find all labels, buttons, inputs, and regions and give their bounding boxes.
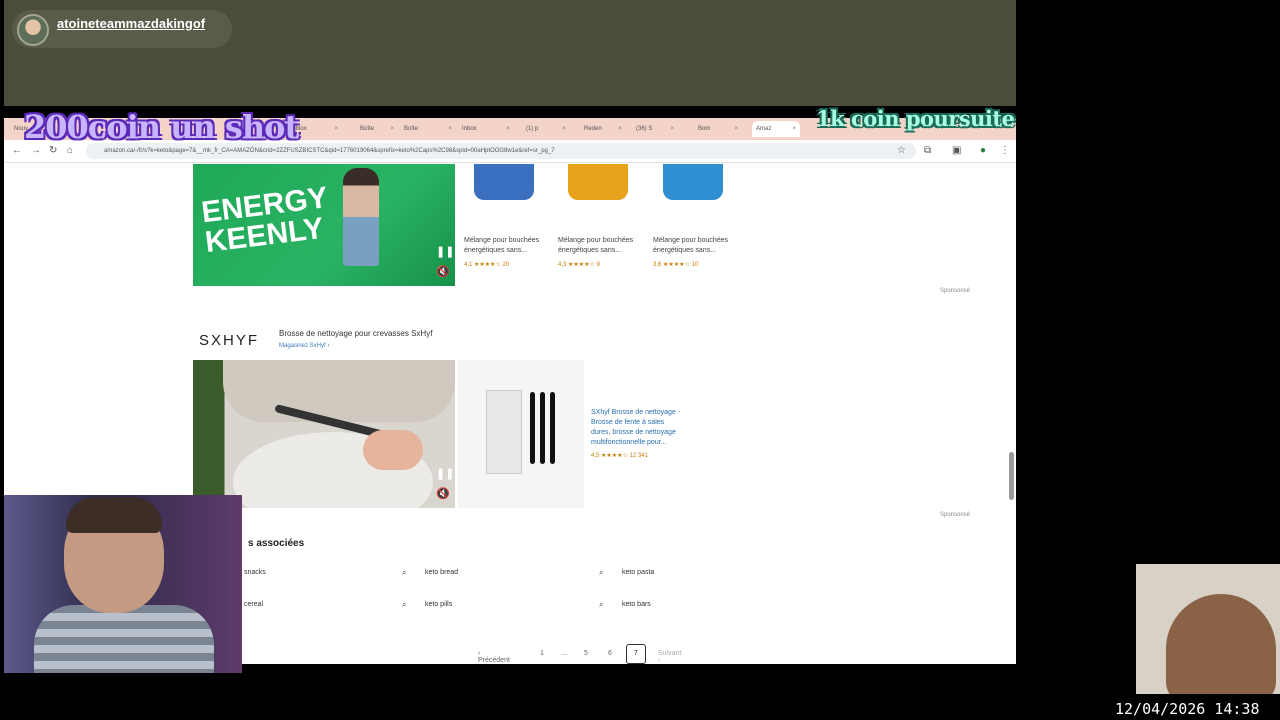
tab-label: (36) S	[636, 126, 653, 132]
tab-7[interactable]: Inbox ×	[458, 121, 514, 137]
close-icon[interactable]: ×	[390, 126, 394, 132]
brush-product-info: SXhyf Brosse de nettoyage - Brosse de fe…	[588, 360, 686, 508]
bookmark-star-icon[interactable]: ☆	[897, 144, 906, 158]
product-title[interactable]: Mélange pour bouchées énergétiques sans.…	[558, 236, 644, 256]
tab-label: Reden	[584, 126, 602, 132]
home-icon[interactable]: ⌂	[67, 144, 73, 158]
related-search-link[interactable]: keto bread	[425, 569, 458, 576]
tab-label: (1) p	[526, 126, 539, 132]
next-page-button[interactable]: Suivant ›	[658, 650, 681, 664]
product-card-1[interactable]: Mélange pour bouchées énergétiques sans.…	[458, 164, 550, 284]
close-icon[interactable]: ×	[506, 126, 510, 132]
brush-image	[530, 392, 535, 464]
extensions-icon[interactable]: ⧉	[924, 144, 931, 158]
close-icon[interactable]: ×	[334, 126, 338, 132]
product-box-image	[486, 390, 522, 474]
search-icon: ⌕	[402, 600, 407, 609]
close-icon[interactable]: ×	[618, 126, 622, 132]
brand-logo[interactable]: SXHYF	[199, 332, 259, 349]
related-search-link[interactable]: keto bars	[622, 601, 651, 608]
sponsored-label[interactable]: Sponsorisé	[940, 512, 970, 518]
stream-overlay-text-left: 200coin un shot	[24, 108, 299, 146]
store-link[interactable]: Magasinez SxHyf ›	[279, 343, 329, 349]
brush-product-title[interactable]: SXhyf Brosse de nettoyage - Brosse de fe…	[591, 408, 683, 448]
mute-icon[interactable]: 🔇	[436, 266, 450, 278]
product-title[interactable]: Mélange pour bouchées énergétiques sans.…	[653, 236, 739, 256]
product-rating: 3,6 ★★★★☆ 10	[653, 262, 699, 268]
stream-overlay-text-right: 1k coin poursuite	[816, 106, 1015, 131]
brush-product-rating: 4,5 ★★★★☆ 12 341	[591, 453, 648, 459]
search-icon: ⌕	[599, 600, 604, 609]
close-icon[interactable]: ×	[562, 126, 566, 132]
pause-icon[interactable]: ❚❚	[436, 468, 454, 480]
tab-5[interactable]: Boîte ×	[356, 121, 398, 137]
video-frame-hand	[363, 430, 423, 470]
webcam-person-hair	[66, 497, 162, 533]
menu-icon[interactable]: ⋮	[1000, 144, 1010, 158]
back-arrow-icon[interactable]: ←	[12, 144, 22, 158]
search-icon: ⌕	[599, 568, 604, 577]
prev-label: Précédent	[478, 657, 510, 664]
tab-label: Boîte	[404, 126, 419, 132]
product-rating: 4,1 ★★★★☆ 20	[464, 262, 510, 268]
product-image	[474, 164, 534, 200]
tab-8[interactable]: (1) p ×	[522, 121, 570, 137]
tab-label: Boîte	[360, 126, 375, 132]
video-frame-seat	[223, 360, 455, 422]
product-card-3[interactable]: Mélange pour bouchées énergétiques sans.…	[647, 164, 739, 284]
sponsor-video[interactable]: ❚❚ 🔇	[193, 360, 455, 508]
username-link[interactable]: atoineteammazdakingof	[57, 16, 205, 31]
tab-9[interactable]: Reden ×	[580, 121, 626, 137]
close-icon[interactable]: ×	[792, 126, 796, 132]
banner-person-image	[343, 168, 379, 266]
streamer-webcam	[4, 495, 242, 673]
product-card-2[interactable]: Mélange pour bouchées énergétiques sans.…	[552, 164, 644, 284]
tab-6[interactable]: Boîte ×	[400, 121, 456, 137]
close-icon[interactable]: ×	[734, 126, 738, 132]
product-image	[568, 164, 628, 200]
product-image	[663, 164, 723, 200]
tab-label: Bom	[698, 126, 711, 132]
brush-image	[550, 392, 555, 464]
webcam-person-shirt	[34, 605, 214, 673]
tab-amazon-active[interactable]: Amaz ×	[752, 121, 800, 137]
tab-label: Amaz	[756, 126, 772, 132]
related-search-link[interactable]: keto pasta	[622, 569, 654, 576]
related-search-link[interactable]: keto pills	[425, 601, 452, 608]
sidebar-icon[interactable]: ▣	[952, 144, 961, 158]
related-searches-heading: s associées	[248, 538, 305, 549]
page-link[interactable]: 5	[584, 650, 588, 657]
close-icon[interactable]: ×	[448, 126, 452, 132]
tab-11[interactable]: Bom ×	[694, 121, 742, 137]
second-webcam	[1136, 564, 1280, 694]
page-scrollbar[interactable]	[1009, 452, 1014, 500]
page-link[interactable]: 1	[540, 650, 544, 657]
sponsor-headline[interactable]: Brosse de nettoyage pour crevasses SxHyf	[279, 329, 432, 338]
tab-label: Inbox	[462, 126, 477, 132]
close-icon[interactable]: ×	[670, 126, 674, 132]
sponsored-label[interactable]: Sponsorisé	[940, 288, 970, 294]
forward-arrow-icon[interactable]: →	[31, 144, 41, 158]
timestamp-clock: 12/04/2026 14:38	[1115, 700, 1260, 718]
webcam-person-2	[1166, 594, 1276, 694]
user-avatar[interactable]	[17, 14, 49, 46]
reload-icon[interactable]: ↻	[49, 144, 57, 158]
brush-product-image[interactable]	[458, 360, 584, 508]
pause-icon[interactable]: ❚❚	[436, 246, 454, 258]
brush-image	[540, 392, 545, 464]
profile-icon[interactable]: ●	[980, 144, 986, 158]
page-ellipsis: ...	[562, 650, 568, 657]
mute-icon[interactable]: 🔇	[436, 488, 450, 500]
related-search-link[interactable]: snacks	[244, 569, 266, 576]
product-rating: 4,3 ★★★★☆ 9	[558, 262, 600, 268]
video-ad-banner[interactable]: ENERGY KEENLY ❚❚ 🔇	[193, 164, 455, 286]
page-link[interactable]: 6	[608, 650, 612, 657]
tab-10[interactable]: (36) S ×	[632, 121, 678, 137]
product-title[interactable]: Mélange pour bouchées énergétiques sans.…	[464, 236, 550, 256]
search-icon: ⌕	[402, 568, 407, 577]
next-label: Suivant	[658, 650, 682, 657]
current-page: 7	[626, 644, 646, 664]
related-search-link[interactable]: cereal	[244, 601, 263, 608]
prev-page-button[interactable]: ‹ Précédent	[478, 650, 510, 664]
